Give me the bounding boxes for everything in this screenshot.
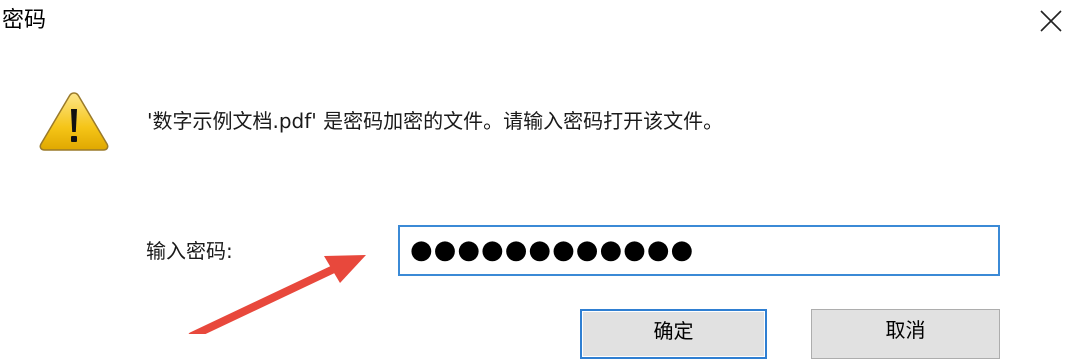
annotation-arrow bbox=[188, 255, 366, 334]
password-label: 输入密码: bbox=[146, 239, 233, 263]
close-button[interactable] bbox=[1034, 6, 1068, 38]
close-icon bbox=[1040, 10, 1062, 32]
warning-icon bbox=[38, 90, 110, 152]
dialog-title: 密码 bbox=[2, 8, 47, 33]
password-input[interactable]: ●●●●●●●●●●●● bbox=[398, 225, 1000, 276]
cancel-button[interactable]: 取消 bbox=[811, 309, 1000, 359]
ok-button[interactable]: 确定 bbox=[580, 309, 767, 359]
dialog-message: '数字示例文档.pdf' 是密码加密的文件。请输入密码打开该文件。 bbox=[147, 109, 724, 133]
